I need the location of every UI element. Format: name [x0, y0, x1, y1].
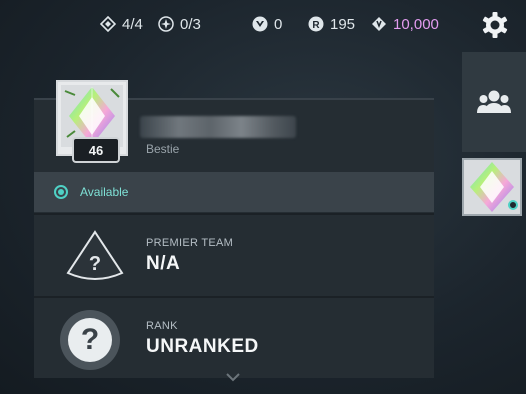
valorant-points-icon — [372, 17, 386, 31]
radianite-icon: R — [308, 16, 324, 32]
free-agent-icon — [158, 16, 174, 32]
premier-team-value: N/A — [146, 253, 181, 274]
rank-label: RANK — [146, 320, 178, 332]
online-status-indicator — [508, 200, 518, 210]
free-agents-counter[interactable]: 0/3 — [158, 14, 201, 34]
player-name-redacted — [140, 116, 296, 138]
top-bar: 4/4 0/3 0 R 195 10,000 — [0, 0, 526, 48]
account-level-badge: 46 — [72, 137, 120, 163]
kingdom-credits-counter[interactable]: 0 — [252, 14, 282, 34]
settings-gear-icon[interactable] — [480, 10, 510, 40]
profile-header[interactable]: 46 Bestie — [34, 80, 434, 172]
status-selector[interactable]: Available — [34, 172, 434, 212]
valorant-points-counter[interactable]: 10,000 — [371, 14, 439, 34]
kingdom-credits-icon — [252, 16, 268, 32]
svg-text:R: R — [312, 20, 320, 31]
kingdom-credits-value: 0 — [274, 15, 283, 33]
status-label: Available — [80, 185, 129, 199]
radianite-counter[interactable]: R 195 — [308, 14, 355, 34]
social-sidebar — [462, 52, 526, 152]
premier-team-label: PREMIER TEAM — [146, 237, 234, 249]
friends-button[interactable] — [462, 52, 526, 152]
free-agents-value: 0/3 — [180, 15, 201, 33]
agent-contracts-value: 4/4 — [122, 15, 143, 33]
profile-panel: 46 Bestie Available ? PREMIER TEAM N/A ?… — [34, 80, 434, 378]
available-status-icon — [54, 185, 68, 199]
valorant-points-value: 10,000 — [393, 15, 439, 33]
premier-team-icon: ? — [66, 230, 124, 280]
agent-contracts-counter[interactable]: 4/4 — [100, 14, 143, 34]
rank-row[interactable]: ? RANK UNRANKED — [34, 296, 434, 378]
radianite-value: 195 — [330, 15, 356, 33]
svg-text:?: ? — [89, 253, 101, 275]
friends-group-icon — [477, 90, 511, 113]
premier-team-row[interactable]: ? PREMIER TEAM N/A — [34, 213, 434, 295]
contract-icon — [100, 16, 116, 32]
chevron-down-icon[interactable] — [226, 372, 240, 382]
player-title: Bestie — [146, 142, 180, 156]
unranked-icon: ? — [60, 310, 120, 370]
rank-value: UNRANKED — [146, 336, 259, 357]
